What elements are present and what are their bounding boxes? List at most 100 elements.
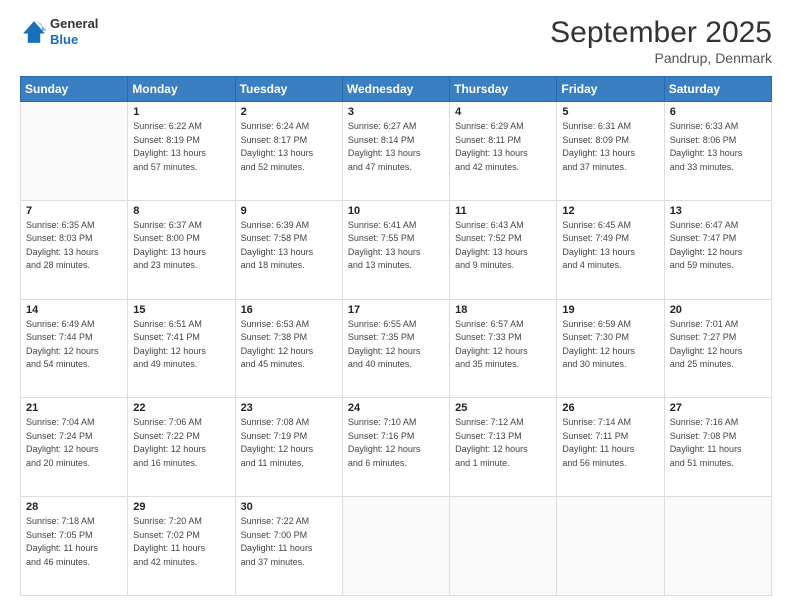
calendar-cell: 1 Sunrise: 6:22 AM Sunset: 8:19 PM Daylig… <box>128 102 235 201</box>
calendar-cell: 15Sunrise: 6:51 AM Sunset: 7:41 PM Dayli… <box>128 299 235 398</box>
calendar-cell: 19 Sunrise: 6:59 AM Sunset: 7:30 PM Dayli… <box>557 299 664 398</box>
day-info: Sunrise: 6:24 AM Sunset: 8:17 PM Dayligh… <box>241 120 337 174</box>
calendar-week-row-1: 1 Sunrise: 6:22 AM Sunset: 8:19 PM Daylig… <box>21 102 772 201</box>
day-number: 8 <box>133 205 229 217</box>
day-info: Sunrise: 7:20 AM Sunset: 7:02 PM Dayligh… <box>133 515 229 569</box>
calendar-cell: 22 Sunrise: 7:06 AM Sunset: 7:22 PM Dayli… <box>128 398 235 497</box>
day-info: Sunrise: 7:10 AM Sunset: 7:16 PM Dayligh… <box>348 416 444 470</box>
calendar-week-row-2: 7 Sunrise: 6:35 AM Sunset: 8:03 PM Daylig… <box>21 200 772 299</box>
day-info: Sunrise: 6:53 AM Sunset: 7:38 PM Dayligh… <box>241 318 337 372</box>
day-info: Sunrise: 6:22 AM Sunset: 8:19 PM Dayligh… <box>133 120 229 174</box>
calendar-cell: 26Sunrise: 7:14 AM Sunset: 7:11 PM Dayli… <box>557 398 664 497</box>
day-number: 2 <box>241 106 337 118</box>
calendar-cell: 11 Sunrise: 6:43 AM Sunset: 7:52 PM Dayli… <box>450 200 557 299</box>
day-number: 25 <box>455 402 551 414</box>
calendar-cell: 28Sunrise: 7:18 AM Sunset: 7:05 PM Dayli… <box>21 497 128 596</box>
day-number: 11 <box>455 205 551 217</box>
col-sunday: Sunday <box>21 77 128 102</box>
calendar-cell <box>450 497 557 596</box>
day-info: Sunrise: 6:35 AM Sunset: 8:03 PM Dayligh… <box>26 219 122 273</box>
calendar-cell: 12 Sunrise: 6:45 AM Sunset: 7:49 PM Dayli… <box>557 200 664 299</box>
day-number: 7 <box>26 205 122 217</box>
day-number: 13 <box>670 205 766 217</box>
calendar-cell: 30 Sunrise: 7:22 AM Sunset: 7:00 PM Dayli… <box>235 497 342 596</box>
day-info: Sunrise: 6:33 AM Sunset: 8:06 PM Dayligh… <box>670 120 766 174</box>
day-number: 19 <box>562 304 658 316</box>
title-block: September 2025 Pandrup, Denmark <box>550 16 772 66</box>
calendar-cell: 4 Sunrise: 6:29 AM Sunset: 8:11 PM Daylig… <box>450 102 557 201</box>
calendar-week-row-4: 21 Sunrise: 7:04 AM Sunset: 7:24 PM Dayli… <box>21 398 772 497</box>
subtitle: Pandrup, Denmark <box>550 50 772 66</box>
day-info: Sunrise: 6:27 AM Sunset: 8:14 PM Dayligh… <box>348 120 444 174</box>
day-number: 4 <box>455 106 551 118</box>
calendar-cell: 5 Sunrise: 6:31 AM Sunset: 8:09 PM Daylig… <box>557 102 664 201</box>
calendar-header-row: Sunday Monday Tuesday Wednesday Thursday… <box>21 77 772 102</box>
calendar-cell: 2 Sunrise: 6:24 AM Sunset: 8:17 PM Daylig… <box>235 102 342 201</box>
calendar-cell: 3Sunrise: 6:27 AM Sunset: 8:14 PM Daylig… <box>342 102 449 201</box>
day-info: Sunrise: 7:14 AM Sunset: 7:11 PM Dayligh… <box>562 416 658 470</box>
day-info: Sunrise: 6:45 AM Sunset: 7:49 PM Dayligh… <box>562 219 658 273</box>
day-number: 20 <box>670 304 766 316</box>
day-info: Sunrise: 6:55 AM Sunset: 7:35 PM Dayligh… <box>348 318 444 372</box>
day-number: 6 <box>670 106 766 118</box>
day-number: 12 <box>562 205 658 217</box>
day-number: 14 <box>26 304 122 316</box>
day-info: Sunrise: 7:04 AM Sunset: 7:24 PM Dayligh… <box>26 416 122 470</box>
day-number: 5 <box>562 106 658 118</box>
col-thursday: Thursday <box>450 77 557 102</box>
calendar-cell <box>557 497 664 596</box>
col-tuesday: Tuesday <box>235 77 342 102</box>
day-info: Sunrise: 7:06 AM Sunset: 7:22 PM Dayligh… <box>133 416 229 470</box>
calendar-week-row-3: 14 Sunrise: 6:49 AM Sunset: 7:44 PM Dayli… <box>21 299 772 398</box>
day-number: 24 <box>348 402 444 414</box>
day-info: Sunrise: 6:39 AM Sunset: 7:58 PM Dayligh… <box>241 219 337 273</box>
day-number: 23 <box>241 402 337 414</box>
day-number: 21 <box>26 402 122 414</box>
day-number: 28 <box>26 501 122 513</box>
day-number: 15 <box>133 304 229 316</box>
calendar-cell: 20Sunrise: 7:01 AM Sunset: 7:27 PM Dayli… <box>664 299 771 398</box>
col-friday: Friday <box>557 77 664 102</box>
day-info: Sunrise: 6:49 AM Sunset: 7:44 PM Dayligh… <box>26 318 122 372</box>
logo: General Blue <box>20 16 98 47</box>
calendar-cell: 9 Sunrise: 6:39 AM Sunset: 7:58 PM Daylig… <box>235 200 342 299</box>
calendar-cell: 7 Sunrise: 6:35 AM Sunset: 8:03 PM Daylig… <box>21 200 128 299</box>
day-info: Sunrise: 6:37 AM Sunset: 8:00 PM Dayligh… <box>133 219 229 273</box>
day-info: Sunrise: 6:41 AM Sunset: 7:55 PM Dayligh… <box>348 219 444 273</box>
day-info: Sunrise: 6:29 AM Sunset: 8:11 PM Dayligh… <box>455 120 551 174</box>
day-info: Sunrise: 7:12 AM Sunset: 7:13 PM Dayligh… <box>455 416 551 470</box>
calendar-cell: 23 Sunrise: 7:08 AM Sunset: 7:19 PM Dayli… <box>235 398 342 497</box>
day-info: Sunrise: 7:16 AM Sunset: 7:08 PM Dayligh… <box>670 416 766 470</box>
header: General Blue September 2025 Pandrup, Den… <box>20 16 772 66</box>
day-info: Sunrise: 6:59 AM Sunset: 7:30 PM Dayligh… <box>562 318 658 372</box>
calendar-cell: 13 Sunrise: 6:47 AM Sunset: 7:47 PM Dayli… <box>664 200 771 299</box>
calendar-cell: 6 Sunrise: 6:33 AM Sunset: 8:06 PM Daylig… <box>664 102 771 201</box>
day-number: 18 <box>455 304 551 316</box>
day-number: 1 <box>133 106 229 118</box>
day-number: 17 <box>348 304 444 316</box>
calendar-cell: 21 Sunrise: 7:04 AM Sunset: 7:24 PM Dayli… <box>21 398 128 497</box>
day-number: 22 <box>133 402 229 414</box>
calendar-cell: 17 Sunrise: 6:55 AM Sunset: 7:35 PM Dayli… <box>342 299 449 398</box>
calendar-cell: 29 Sunrise: 7:20 AM Sunset: 7:02 PM Dayli… <box>128 497 235 596</box>
page: General Blue September 2025 Pandrup, Den… <box>0 0 792 612</box>
calendar-cell: 24 Sunrise: 7:10 AM Sunset: 7:16 PM Dayli… <box>342 398 449 497</box>
col-saturday: Saturday <box>664 77 771 102</box>
calendar-cell: 14 Sunrise: 6:49 AM Sunset: 7:44 PM Dayli… <box>21 299 128 398</box>
day-info: Sunrise: 6:47 AM Sunset: 7:47 PM Dayligh… <box>670 219 766 273</box>
calendar-cell: 25 Sunrise: 7:12 AM Sunset: 7:13 PM Dayli… <box>450 398 557 497</box>
day-number: 10 <box>348 205 444 217</box>
day-info: Sunrise: 6:43 AM Sunset: 7:52 PM Dayligh… <box>455 219 551 273</box>
day-number: 27 <box>670 402 766 414</box>
logo-icon <box>20 18 48 46</box>
col-monday: Monday <box>128 77 235 102</box>
day-info: Sunrise: 6:31 AM Sunset: 8:09 PM Dayligh… <box>562 120 658 174</box>
day-number: 29 <box>133 501 229 513</box>
day-info: Sunrise: 7:22 AM Sunset: 7:00 PM Dayligh… <box>241 515 337 569</box>
calendar-cell: 8 Sunrise: 6:37 AM Sunset: 8:00 PM Daylig… <box>128 200 235 299</box>
day-number: 9 <box>241 205 337 217</box>
calendar-week-row-5: 28Sunrise: 7:18 AM Sunset: 7:05 PM Dayli… <box>21 497 772 596</box>
day-info: Sunrise: 7:08 AM Sunset: 7:19 PM Dayligh… <box>241 416 337 470</box>
day-number: 30 <box>241 501 337 513</box>
calendar-cell <box>342 497 449 596</box>
